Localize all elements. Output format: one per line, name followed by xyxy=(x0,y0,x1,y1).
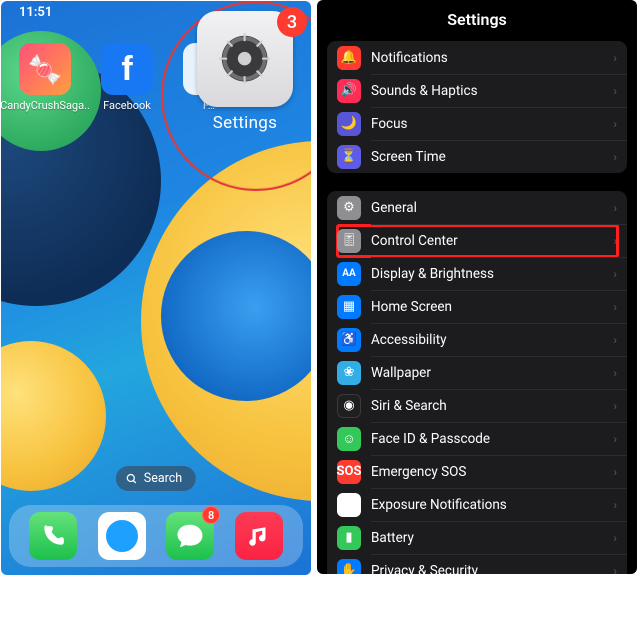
safari-icon xyxy=(102,516,142,556)
chevron-right-icon: › xyxy=(613,117,617,131)
messages-icon xyxy=(175,521,205,551)
moon-icon: 🌙 xyxy=(337,112,361,136)
music-icon xyxy=(246,523,272,549)
chevron-right-icon: › xyxy=(613,201,617,215)
settings-row-label: General xyxy=(371,200,603,216)
grid-icon: ▦ xyxy=(337,295,361,319)
app-label: Facebook xyxy=(103,99,151,112)
search-icon xyxy=(126,473,138,485)
settings-row-face-id-passcode[interactable]: ☺ Face ID & Passcode › xyxy=(327,422,627,455)
settings-row-sounds-haptics[interactable]: 🔊 Sounds & Haptics › xyxy=(327,74,627,107)
settings-row-label: Wallpaper xyxy=(371,365,603,381)
settings-row-label: Control Center xyxy=(371,233,603,249)
settings-group-notifications: 🔔 Notifications › 🔊 Sounds & Haptics › 🌙 Focus ›… xyxy=(327,41,627,173)
app-facebook[interactable]: f Facebook xyxy=(97,43,157,112)
chevron-right-icon: › xyxy=(613,465,617,479)
settings-row-label: Exposure Notifications xyxy=(371,497,603,513)
settings-row-wallpaper[interactable]: ❀ Wallpaper › xyxy=(327,356,627,389)
settings-row-display-brightness[interactable]: AA Display & Brightness › xyxy=(327,257,627,290)
settings-label: Settings xyxy=(213,113,277,133)
dock-phone[interactable] xyxy=(29,512,77,560)
settings-row-label: Siri & Search xyxy=(371,398,603,414)
phone-icon xyxy=(40,523,66,549)
settings-badge: 3 xyxy=(277,7,307,37)
facebook-icon: f xyxy=(101,43,153,95)
battery-icon: ▮ xyxy=(337,526,361,550)
dock: 8 xyxy=(9,505,303,567)
flower-icon: ❀ xyxy=(337,361,361,385)
settings-row-label: Home Screen xyxy=(371,299,603,315)
spotlight-search[interactable]: Search xyxy=(116,466,196,491)
settings-group-general: ⚙ General › 🎚 Control Center › AA Display & Bri… xyxy=(327,191,627,574)
chevron-right-icon: › xyxy=(613,267,617,281)
settings-row-screen-time[interactable]: ⏳ Screen Time › xyxy=(327,140,627,173)
app-label: CandyCrushSaga.. xyxy=(1,99,90,112)
dock-safari[interactable] xyxy=(98,512,146,560)
hourglass-icon: ⏳ xyxy=(337,145,361,169)
candy-crush-icon: 🍬 xyxy=(19,43,71,95)
settings-app: Settings 🔔 Notifications › 🔊 Sounds & Haptic… xyxy=(317,0,637,574)
chevron-right-icon: › xyxy=(613,531,617,545)
settings-row-label: Emergency SOS xyxy=(371,464,603,480)
chevron-right-icon: › xyxy=(613,366,617,380)
settings-row-label: Screen Time xyxy=(371,149,603,165)
messages-badge: 8 xyxy=(202,506,220,524)
chevron-right-icon: › xyxy=(613,333,617,347)
settings-row-label: Display & Brightness xyxy=(371,266,603,282)
gear-icon: ⚙ xyxy=(337,196,361,220)
settings-row-exposure-notifications[interactable]: ⊙ Exposure Notifications › xyxy=(327,488,627,521)
settings-app-callout[interactable]: Settings 3 xyxy=(185,11,305,133)
chevron-right-icon: › xyxy=(613,234,617,248)
settings-row-label: Accessibility xyxy=(371,332,603,348)
chevron-right-icon: › xyxy=(613,150,617,164)
chevron-right-icon: › xyxy=(613,51,617,65)
status-bar-time: 11:51 xyxy=(19,5,52,20)
settings-row-label: Sounds & Haptics xyxy=(371,83,603,99)
switches-icon: 🎚 xyxy=(337,229,361,253)
dock-messages[interactable]: 8 xyxy=(166,512,214,560)
speaker-icon: 🔊 xyxy=(337,79,361,103)
settings-row-siri-search[interactable]: ◉ Siri & Search › xyxy=(327,389,627,422)
faceid-icon: ☺ xyxy=(337,427,361,451)
gear-icon xyxy=(211,25,278,92)
chevron-right-icon: › xyxy=(613,498,617,512)
page-title: Settings xyxy=(317,0,637,41)
chevron-right-icon: › xyxy=(613,399,617,413)
settings-row-label: Privacy & Security xyxy=(371,563,603,575)
hand-icon: ✋ xyxy=(337,559,361,575)
text-size-icon: AA xyxy=(337,262,361,286)
siri-icon: ◉ xyxy=(337,394,361,418)
search-label: Search xyxy=(144,471,182,486)
settings-row-label: Battery xyxy=(371,530,603,546)
bell-icon: 🔔 xyxy=(337,46,361,70)
settings-row-battery[interactable]: ▮ Battery › xyxy=(327,521,627,554)
iphone-home-screen: 11:51 🍬 CandyCrushSaga.. f Facebook F… xyxy=(1,1,311,575)
settings-row-privacy-security[interactable]: ✋ Privacy & Security › xyxy=(327,554,627,574)
accessibility-icon: ♿ xyxy=(337,328,361,352)
settings-row-label: Face ID & Passcode xyxy=(371,431,603,447)
sos-icon: SOS xyxy=(337,460,361,484)
chevron-right-icon: › xyxy=(613,300,617,314)
dock-music[interactable] xyxy=(235,512,283,560)
settings-row-general[interactable]: ⚙ General › xyxy=(327,191,627,224)
settings-row-focus[interactable]: 🌙 Focus › xyxy=(327,107,627,140)
settings-row-label: Notifications xyxy=(371,50,603,66)
chevron-right-icon: › xyxy=(613,564,617,575)
settings-row-emergency-sos[interactable]: SOS Emergency SOS › xyxy=(327,455,627,488)
chevron-right-icon: › xyxy=(613,84,617,98)
app-candy-crush[interactable]: 🍬 CandyCrushSaga.. xyxy=(15,43,75,112)
chevron-right-icon: › xyxy=(613,432,617,446)
settings-row-notifications[interactable]: 🔔 Notifications › xyxy=(327,41,627,74)
settings-row-home-screen[interactable]: ▦ Home Screen › xyxy=(327,290,627,323)
exposure-icon: ⊙ xyxy=(337,493,361,517)
settings-row-label: Focus xyxy=(371,116,603,132)
settings-row-accessibility[interactable]: ♿ Accessibility › xyxy=(327,323,627,356)
settings-row-control-center[interactable]: 🎚 Control Center › xyxy=(327,224,627,257)
